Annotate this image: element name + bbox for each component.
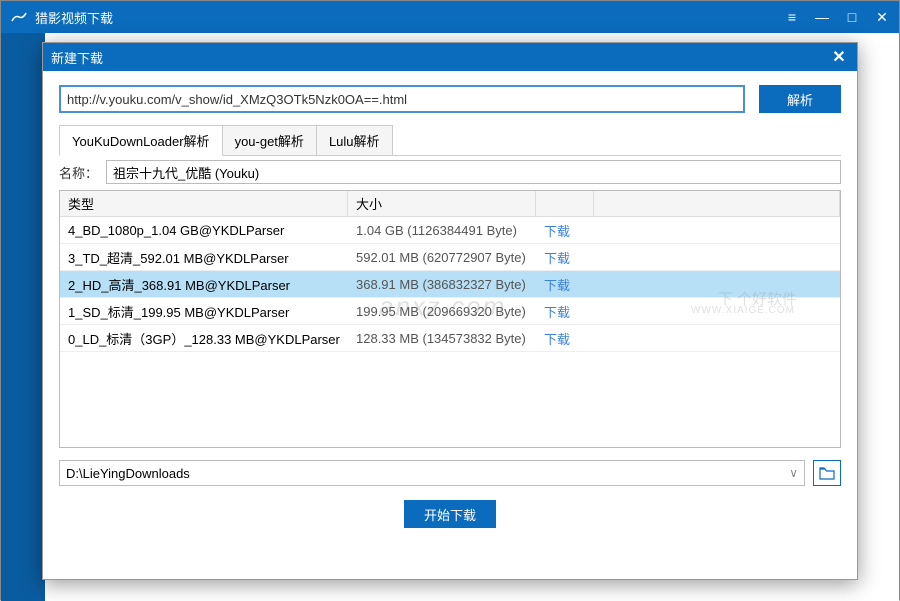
start-download-button[interactable]: 开始下载	[404, 500, 496, 528]
dialog-titlebar: 新建下载 ✕	[43, 43, 857, 71]
download-link[interactable]: 下载	[544, 278, 570, 293]
window-controls: ≡ — □ ✕	[783, 8, 891, 26]
dialog-title: 新建下载	[51, 48, 829, 67]
cell-action: 下载	[536, 248, 594, 267]
app-icon	[9, 7, 29, 27]
name-label: 名称：	[59, 163, 98, 182]
path-row: D:\LieYingDownloads ∨	[59, 460, 841, 486]
cell-action: 下载	[536, 221, 594, 240]
cell-action: 下载	[536, 275, 594, 294]
table-row[interactable]: 4_BD_1080p_1.04 GB@YKDLParser1.04 GB (11…	[60, 217, 840, 244]
table-row[interactable]: 2_HD_高清_368.91 MB@YKDLParser368.91 MB (3…	[60, 271, 840, 298]
menu-icon[interactable]: ≡	[783, 8, 801, 26]
cell-type: 0_LD_标清（3GP）_128.33 MB@YKDLParser	[60, 329, 348, 348]
tab-youku-downloader[interactable]: YouKuDownLoader解析	[59, 125, 223, 156]
name-row: 名称：	[59, 160, 841, 184]
cell-type: 3_TD_超清_592.01 MB@YKDLParser	[60, 248, 348, 267]
col-rest	[594, 191, 840, 216]
cell-size: 592.01 MB (620772907 Byte)	[348, 250, 536, 265]
dialog-body: 解析 YouKuDownLoader解析 you-get解析 Lulu解析 名称…	[43, 71, 857, 542]
table-row[interactable]: 0_LD_标清（3GP）_128.33 MB@YKDLParser128.33 …	[60, 325, 840, 352]
cell-action: 下载	[536, 302, 594, 321]
minimize-icon[interactable]: —	[813, 8, 831, 26]
tab-lulu[interactable]: Lulu解析	[316, 125, 393, 155]
cell-type: 4_BD_1080p_1.04 GB@YKDLParser	[60, 223, 348, 238]
cell-action: 下载	[536, 329, 594, 348]
cell-type: 1_SD_标清_199.95 MB@YKDLParser	[60, 302, 348, 321]
parser-tabs: YouKuDownLoader解析 you-get解析 Lulu解析	[59, 125, 841, 156]
col-type[interactable]: 类型	[60, 191, 348, 216]
url-input[interactable]	[59, 85, 745, 113]
table-body: 4_BD_1080p_1.04 GB@YKDLParser1.04 GB (11…	[60, 217, 840, 352]
browse-folder-button[interactable]	[813, 460, 841, 486]
download-link[interactable]: 下载	[544, 224, 570, 239]
cell-size: 368.91 MB (386832327 Byte)	[348, 277, 536, 292]
close-icon[interactable]: ✕	[873, 8, 891, 26]
chevron-down-icon: ∨	[789, 466, 798, 480]
sidebar	[1, 33, 45, 601]
new-download-dialog: 新建下载 ✕ 解析 YouKuDownLoader解析 you-get解析 Lu…	[42, 42, 858, 580]
cell-type: 2_HD_高清_368.91 MB@YKDLParser	[60, 275, 348, 294]
download-link[interactable]: 下载	[544, 305, 570, 320]
maximize-icon[interactable]: □	[843, 8, 861, 26]
format-table: 类型 大小 4_BD_1080p_1.04 GB@YKDLParser1.04 …	[59, 190, 841, 448]
main-titlebar: 猎影视频下载 ≡ — □ ✕	[1, 1, 899, 33]
start-row: 开始下载	[59, 500, 841, 528]
download-path-value: D:\LieYingDownloads	[66, 466, 190, 481]
main-window-title: 猎影视频下载	[35, 8, 783, 27]
table-row[interactable]: 1_SD_标清_199.95 MB@YKDLParser199.95 MB (2…	[60, 298, 840, 325]
table-row[interactable]: 3_TD_超清_592.01 MB@YKDLParser592.01 MB (6…	[60, 244, 840, 271]
download-path-select[interactable]: D:\LieYingDownloads ∨	[59, 460, 805, 486]
url-row: 解析	[59, 85, 841, 113]
download-link[interactable]: 下载	[544, 332, 570, 347]
download-link[interactable]: 下载	[544, 251, 570, 266]
name-input[interactable]	[106, 160, 841, 184]
col-action	[536, 191, 594, 216]
folder-icon	[819, 466, 835, 480]
table-header: 类型 大小	[60, 191, 840, 217]
dialog-close-icon[interactable]: ✕	[829, 47, 849, 67]
cell-size: 199.95 MB (209669320 Byte)	[348, 304, 536, 319]
cell-size: 128.33 MB (134573832 Byte)	[348, 331, 536, 346]
cell-size: 1.04 GB (1126384491 Byte)	[348, 223, 536, 238]
parse-button[interactable]: 解析	[759, 85, 841, 113]
tab-you-get[interactable]: you-get解析	[222, 125, 317, 155]
col-size[interactable]: 大小	[348, 191, 536, 216]
